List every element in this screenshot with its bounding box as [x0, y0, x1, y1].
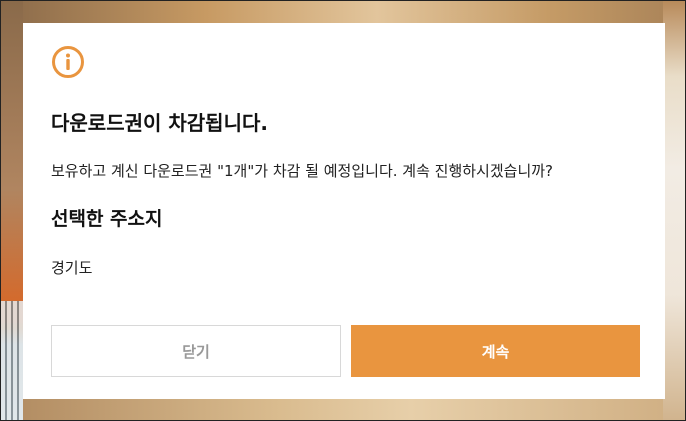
continue-button[interactable]: 계속: [351, 325, 640, 377]
selected-address-value: 경기도: [51, 259, 93, 277]
background-photo-bottom: [1, 398, 685, 420]
close-button[interactable]: 닫기: [51, 325, 341, 377]
dialog-title: 다운로드권이 차감됩니다.: [51, 111, 268, 135]
background-photo-right: [663, 1, 685, 420]
dialog-message: 보유하고 계신 다운로드권 "1개"가 차감 될 예정입니다. 계속 진행하시겠…: [51, 162, 554, 180]
background-photo-top: [1, 1, 685, 23]
selected-address-heading: 선택한 주소지: [51, 208, 163, 230]
background-window: [1, 301, 23, 420]
screen-frame: 다운로드권이 차감됩니다. 보유하고 계신 다운로드권 "1개"가 차감 될 예…: [0, 0, 686, 421]
info-circle-icon: [51, 45, 85, 79]
confirm-dialog: 다운로드권이 차감됩니다. 보유하고 계신 다운로드권 "1개"가 차감 될 예…: [23, 23, 665, 399]
